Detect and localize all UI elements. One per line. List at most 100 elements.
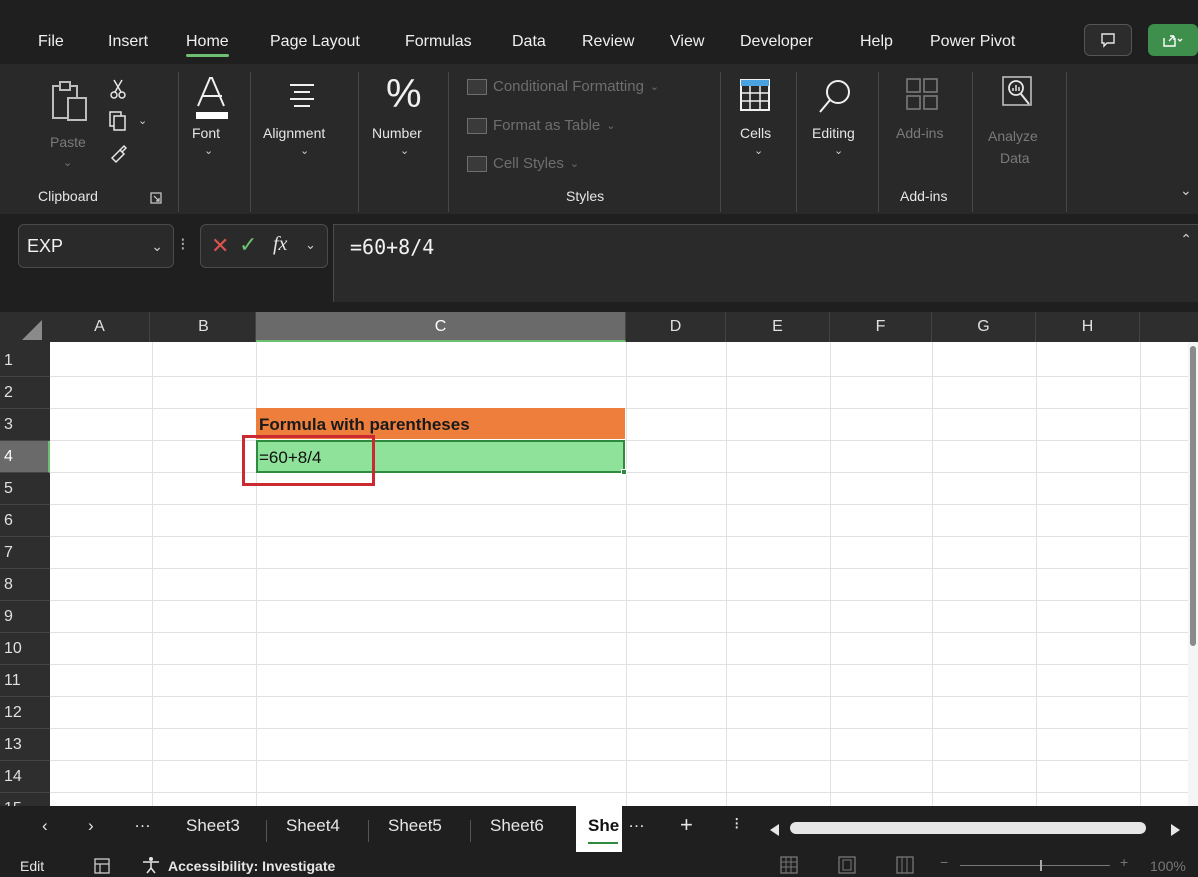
cell-styles-button[interactable]: Cell Styles ⌄ (467, 155, 579, 172)
select-all-icon[interactable] (22, 320, 44, 340)
sheet-tab-sheet6[interactable]: Sheet6 (490, 816, 544, 836)
cut-icon[interactable] (108, 78, 128, 100)
ribbon-expand-chevron-icon[interactable]: ⌄ (1180, 182, 1192, 199)
column-header-h[interactable]: H (1036, 312, 1140, 342)
paste-chevron-icon[interactable]: ⌄ (63, 156, 72, 169)
menu-help[interactable]: Help (860, 33, 893, 51)
page-break-view-icon[interactable] (896, 856, 914, 874)
scroll-right-icon[interactable] (1170, 824, 1180, 836)
row-header[interactable]: 11 (0, 665, 50, 697)
row-header[interactable]: 8 (0, 569, 50, 601)
row-header[interactable]: 3 (0, 409, 50, 441)
row-header[interactable]: 9 (0, 601, 50, 633)
column-header-c[interactable]: C (256, 312, 626, 342)
sheet-tab-sheet4[interactable]: Sheet4 (286, 816, 340, 836)
copy-chevron-icon[interactable]: ⌄ (138, 114, 147, 127)
zoom-in-icon[interactable]: + (1120, 854, 1128, 870)
add-sheet-icon[interactable]: + (680, 812, 693, 838)
next-sheet-icon[interactable]: › (88, 816, 94, 836)
scroll-left-icon[interactable] (770, 824, 780, 836)
more-sheets-right-icon[interactable]: … (628, 812, 645, 832)
column-header-b[interactable]: B (152, 312, 256, 342)
zoom-slider[interactable] (960, 865, 1110, 866)
gridline (830, 342, 831, 806)
alignment-group[interactable]: Alignment ⌄ (252, 64, 356, 214)
worksheet-grid[interactable]: A B C D E F G H 1 2 3 4 5 6 7 8 9 10 11 … (0, 312, 1198, 806)
editing-group[interactable]: Editing ⌄ (800, 64, 872, 214)
addins-label[interactable]: Add-ins (896, 125, 943, 141)
menu-developer[interactable]: Developer (740, 33, 813, 51)
row-header[interactable]: 7 (0, 537, 50, 569)
chevron-down-icon[interactable]: ⌄ (305, 237, 316, 253)
gridline (726, 342, 727, 806)
sheet-tab-sheet5[interactable]: Sheet5 (388, 816, 442, 836)
addins-icon[interactable] (904, 76, 940, 112)
column-header-f[interactable]: F (830, 312, 932, 342)
paste-icon[interactable] (50, 78, 90, 124)
zoom-out-icon[interactable]: − (940, 854, 948, 870)
zoom-slider-thumb[interactable] (1040, 860, 1042, 871)
menu-home[interactable]: Home (186, 33, 229, 57)
menu-power-pivot[interactable]: Power Pivot (930, 33, 1015, 51)
format-painter-icon[interactable] (108, 142, 130, 164)
column-header-d[interactable]: D (626, 312, 726, 342)
menu-review[interactable]: Review (582, 33, 634, 51)
row-header[interactable]: 6 (0, 505, 50, 537)
accessibility-icon[interactable] (140, 856, 162, 874)
comments-button[interactable] (1084, 24, 1132, 56)
copy-icon[interactable] (108, 110, 128, 132)
more-sheets-left-icon[interactable]: … (134, 812, 151, 832)
name-box[interactable]: EXP ⌄ (18, 224, 174, 268)
confirm-icon[interactable]: ✓ (239, 232, 257, 258)
conditional-formatting-button[interactable]: Conditional Formatting ⌄ (467, 78, 659, 95)
row-header[interactable]: 5 (0, 473, 50, 505)
fill-handle[interactable] (621, 469, 627, 475)
vertical-scrollbar-thumb[interactable] (1190, 346, 1196, 646)
collapse-formula-bar-icon[interactable]: ⌃ (1180, 231, 1192, 248)
row-header[interactable]: 15 (0, 793, 50, 806)
menu-page-layout[interactable]: Page Layout (270, 33, 360, 51)
page-layout-view-icon[interactable] (838, 856, 856, 874)
menu-view[interactable]: View (670, 33, 704, 51)
analyze-data-group[interactable]: Analyze Data (974, 64, 1060, 214)
cell-mode-icon[interactable] (94, 858, 110, 874)
share-icon (1163, 35, 1183, 47)
dialog-launcher-icon[interactable] (150, 192, 162, 204)
menu-formulas[interactable]: Formulas (405, 33, 472, 51)
tab-split-grip-icon[interactable]: ⁝ (734, 814, 739, 834)
row-header[interactable]: 1 (0, 345, 50, 377)
row-header-selected[interactable]: 4 (0, 441, 50, 473)
accessibility-status[interactable]: Accessibility: Investigate (168, 858, 335, 874)
share-button[interactable] (1148, 24, 1198, 56)
analyze-data-icon (1002, 76, 1032, 106)
cells-group[interactable]: Cells ⌄ (722, 64, 792, 214)
row-header[interactable]: 10 (0, 633, 50, 665)
number-group[interactable]: % Number ⌄ (360, 64, 446, 214)
row-header[interactable]: 12 (0, 697, 50, 729)
row-header[interactable]: 13 (0, 729, 50, 761)
zoom-level[interactable]: 100% (1150, 858, 1186, 874)
format-as-table-button[interactable]: Format as Table ⌄ (467, 117, 616, 134)
menu-file[interactable]: File (38, 33, 64, 51)
cancel-icon[interactable]: ✕ (211, 233, 229, 259)
paste-label[interactable]: Paste (50, 134, 86, 150)
horizontal-scrollbar-thumb[interactable] (790, 822, 1146, 834)
row-header[interactable]: 14 (0, 761, 50, 793)
prev-sheet-icon[interactable]: ‹ (42, 816, 48, 836)
insert-function-icon[interactable]: fx (273, 233, 287, 256)
sheet-tab-sheet3[interactable]: Sheet3 (186, 816, 240, 836)
menu-insert[interactable]: Insert (108, 33, 148, 51)
column-header-e[interactable]: E (726, 312, 830, 342)
chevron-down-icon[interactable]: ⌄ (151, 238, 163, 255)
normal-view-icon[interactable] (780, 856, 798, 874)
gridline (50, 728, 1198, 729)
column-header-a[interactable]: A (50, 312, 150, 342)
number-label: Number (372, 125, 422, 141)
gridline (50, 536, 1198, 537)
menu-data[interactable]: Data (512, 33, 546, 51)
sheet-tab-active[interactable]: She (576, 806, 622, 852)
column-header-g[interactable]: G (932, 312, 1036, 342)
formula-input[interactable]: =60+8/4 ⌃ (333, 224, 1198, 302)
row-header[interactable]: 2 (0, 377, 50, 409)
font-group[interactable]: Font ⌄ (180, 64, 248, 214)
